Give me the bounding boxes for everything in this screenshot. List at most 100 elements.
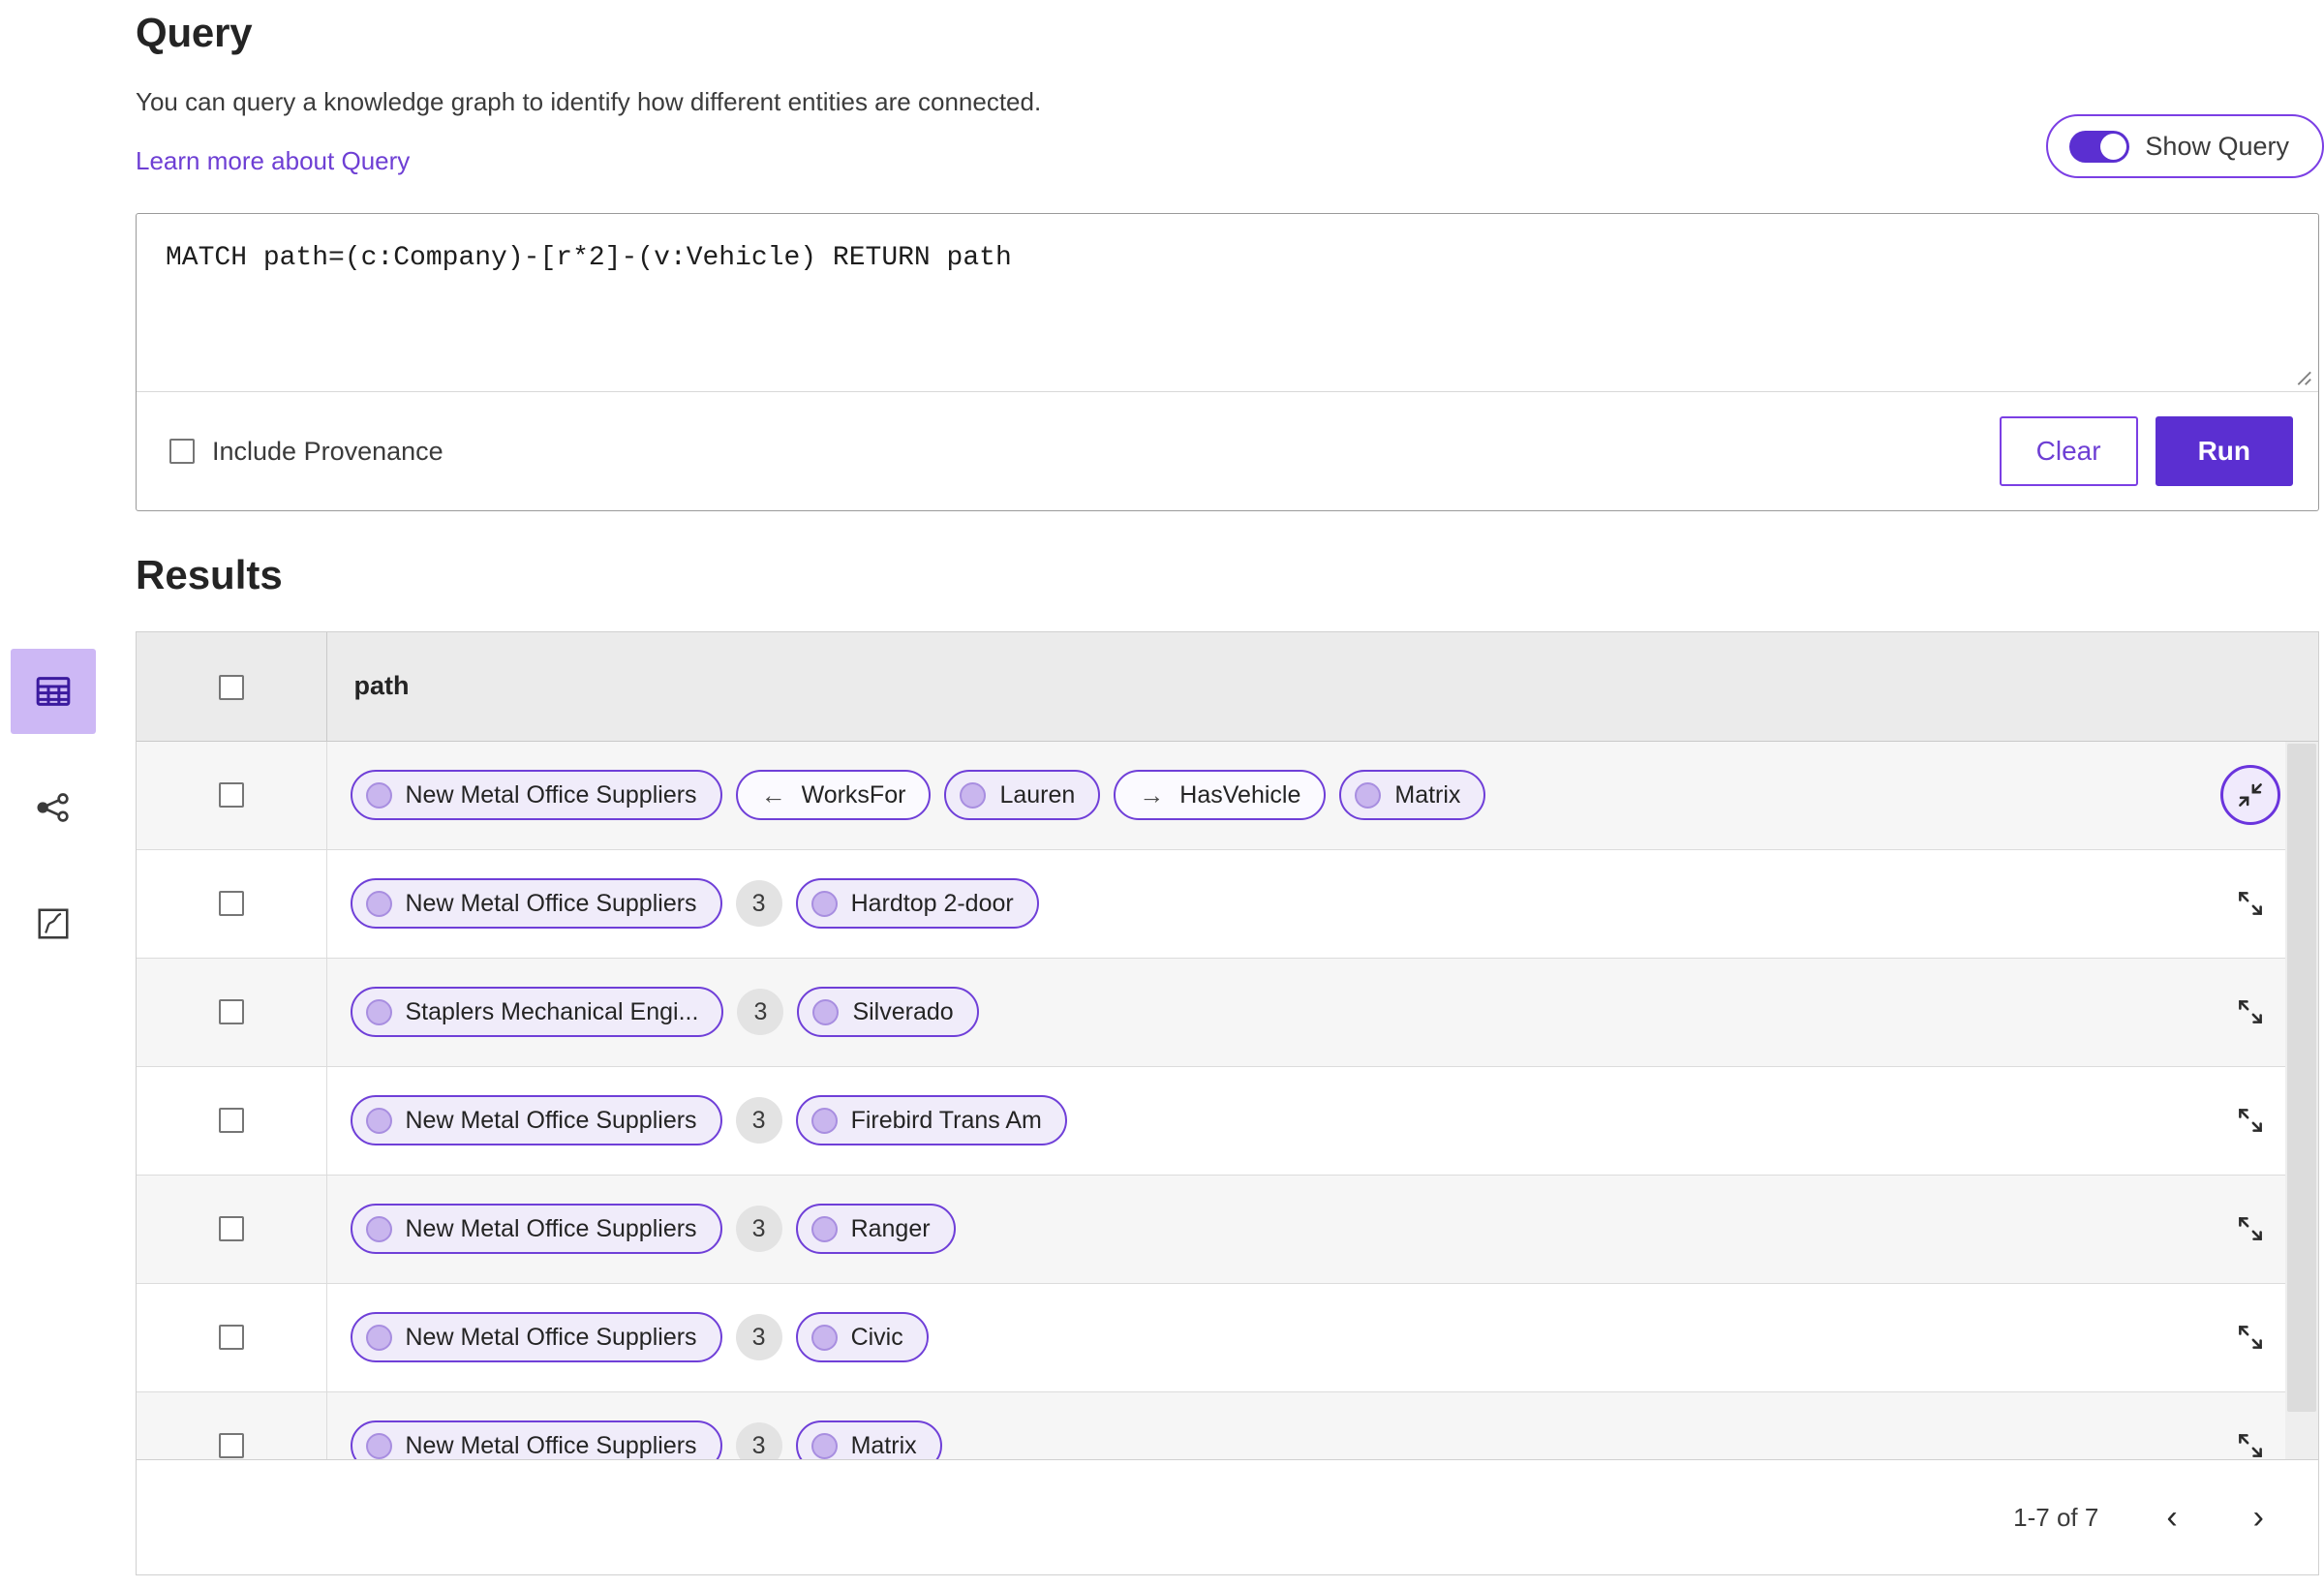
table-row[interactable]: New Metal Office Suppliers 3 Hardtop 2-doo… <box>137 849 2318 959</box>
hop-count-badge: 3 <box>735 1206 782 1252</box>
entity-chip-label: New Metal Office Suppliers <box>405 1323 697 1351</box>
hop-count-badge: 3 <box>737 989 784 1035</box>
table-row[interactable]: New Metal Office Suppliers 3 Ranger <box>137 1175 2318 1284</box>
expand-icon[interactable] <box>2220 1090 2280 1150</box>
entity-chip-label: Silverado <box>852 997 954 1025</box>
entity-chip[interactable]: Matrix <box>795 1420 942 1459</box>
next-page-button[interactable]: › <box>2246 1501 2272 1534</box>
entity-chip[interactable]: New Metal Office Suppliers <box>350 1312 722 1362</box>
entity-dot-icon <box>365 1215 392 1242</box>
relationship-chip-label: HasVehicle <box>1179 780 1301 809</box>
table-row[interactable]: New Metal Office Suppliers ← WorksFor Laure… <box>137 741 2318 850</box>
column-header-actions <box>2183 632 2318 742</box>
entity-chip[interactable]: Lauren <box>944 770 1101 820</box>
entity-chip[interactable]: Ranger <box>795 1204 956 1254</box>
table-header-row: path <box>137 632 2318 742</box>
clear-button[interactable]: Clear <box>1999 416 2138 486</box>
entity-dot-icon <box>812 998 840 1025</box>
entity-chip[interactable]: Matrix <box>1339 770 1486 820</box>
collapse-icon[interactable] <box>2220 765 2280 825</box>
entity-chip[interactable]: Firebird Trans Am <box>795 1095 1067 1145</box>
row-select-checkbox[interactable] <box>218 891 244 916</box>
entity-chip-label: Civic <box>850 1323 903 1351</box>
results-scrollbar-thumb[interactable] <box>2287 744 2316 1412</box>
select-all-checkbox[interactable] <box>218 675 244 701</box>
entity-chip-label: Staplers Mechanical Engi... <box>405 997 699 1025</box>
table-row[interactable]: New Metal Office Suppliers 3 Matrix <box>137 1391 2318 1459</box>
entity-chip[interactable]: Civic <box>795 1312 929 1362</box>
path-chip-list: New Metal Office Suppliers 3 Civic <box>350 1312 2160 1362</box>
entity-chip[interactable]: New Metal Office Suppliers <box>350 1204 722 1254</box>
path-cell: Staplers Mechanical Engi... 3 Silverado <box>326 958 2183 1067</box>
prev-page-button[interactable]: ‹ <box>2158 1501 2185 1534</box>
include-provenance-label: Include Provenance <box>212 436 443 466</box>
hop-count-badge: 3 <box>735 1422 782 1459</box>
include-provenance-checkbox[interactable] <box>169 439 195 464</box>
map-icon <box>35 905 72 942</box>
entity-dot-icon <box>960 781 987 809</box>
sidebar-item-table-view[interactable] <box>11 649 96 734</box>
entity-chip[interactable]: New Metal Office Suppliers <box>350 1095 722 1145</box>
row-select-cell <box>137 1391 327 1459</box>
entity-chip[interactable]: New Metal Office Suppliers <box>350 770 722 820</box>
table-row[interactable]: New Metal Office Suppliers 3 Civic <box>137 1283 2318 1392</box>
path-chip-list: Staplers Mechanical Engi... 3 Silverado <box>350 987 2160 1037</box>
results-table: path New Metal Office Suppliers ← WorksFor… <box>137 632 2318 1459</box>
entity-chip-label: Hardtop 2-door <box>850 889 1014 917</box>
entity-chip[interactable]: Hardtop 2-door <box>795 878 1039 929</box>
path-cell: New Metal Office Suppliers 3 Ranger <box>326 1175 2183 1284</box>
entity-dot-icon <box>365 1107 392 1134</box>
row-select-checkbox[interactable] <box>218 782 244 808</box>
row-select-cell <box>137 849 327 959</box>
show-query-toggle[interactable]: Show Query <box>2046 114 2324 178</box>
row-select-cell <box>137 958 327 1067</box>
sidebar-item-map-view[interactable] <box>11 881 96 966</box>
entity-chip-label: New Metal Office Suppliers <box>405 1431 697 1459</box>
entity-chip-label: Ranger <box>850 1214 931 1242</box>
arrow-right-icon: → <box>1139 780 1165 809</box>
learn-more-link[interactable]: Learn more about Query <box>136 146 410 176</box>
results-table-viewport: path New Metal Office Suppliers ← WorksFor… <box>137 632 2318 1460</box>
entity-chip[interactable]: New Metal Office Suppliers <box>350 1420 722 1459</box>
query-input[interactable] <box>137 214 2318 391</box>
entity-chip[interactable]: New Metal Office Suppliers <box>350 878 722 929</box>
entity-chip-label: New Metal Office Suppliers <box>405 1214 697 1242</box>
relationship-chip[interactable]: ← WorksFor <box>735 770 932 820</box>
entity-dot-icon <box>365 998 392 1025</box>
row-select-checkbox[interactable] <box>218 999 244 1024</box>
page-title: Query <box>136 10 253 55</box>
path-cell: New Metal Office Suppliers 3 Matrix <box>326 1391 2183 1459</box>
query-panel: Include Provenance Clear Run <box>136 213 2319 511</box>
entity-chip-label: New Metal Office Suppliers <box>405 889 697 917</box>
entity-chip[interactable]: Silverado <box>797 987 979 1037</box>
expand-icon[interactable] <box>2220 1416 2280 1459</box>
run-button[interactable]: Run <box>2155 416 2293 486</box>
toggle-switch[interactable] <box>2069 130 2130 163</box>
sidebar-item-graph-view[interactable] <box>11 765 96 850</box>
arrow-left-icon: ← <box>760 780 786 809</box>
pagination: 1-7 of 7 ‹ › <box>137 1460 2318 1574</box>
row-select-checkbox[interactable] <box>218 1433 244 1458</box>
entity-dot-icon <box>810 1215 838 1242</box>
entity-chip[interactable]: Staplers Mechanical Engi... <box>350 987 724 1037</box>
row-select-checkbox[interactable] <box>218 1325 244 1350</box>
table-row[interactable]: Staplers Mechanical Engi... 3 Silverado <box>137 958 2318 1067</box>
relationship-chip[interactable]: → HasVehicle <box>1114 770 1327 820</box>
expand-icon[interactable] <box>2220 982 2280 1042</box>
entity-dot-icon <box>810 1107 838 1134</box>
include-provenance-row[interactable]: Include Provenance <box>169 437 443 467</box>
query-description: You can query a knowledge graph to ident… <box>136 87 1042 116</box>
show-query-label: Show Query <box>2145 131 2289 161</box>
expand-icon[interactable] <box>2220 1307 2280 1367</box>
hop-count-badge: 3 <box>735 1097 782 1144</box>
row-select-checkbox[interactable] <box>218 1108 244 1133</box>
entity-chip-label: New Metal Office Suppliers <box>405 780 697 809</box>
row-select-checkbox[interactable] <box>218 1216 244 1241</box>
expand-icon[interactable] <box>2220 1199 2280 1259</box>
results-scrollbar[interactable] <box>2285 742 2318 1459</box>
expand-icon[interactable] <box>2220 873 2280 933</box>
table-row[interactable]: New Metal Office Suppliers 3 Firebird Tran… <box>137 1066 2318 1176</box>
table-icon <box>34 672 73 711</box>
entity-dot-icon <box>365 1432 392 1459</box>
column-header-path[interactable]: path <box>326 632 2183 742</box>
